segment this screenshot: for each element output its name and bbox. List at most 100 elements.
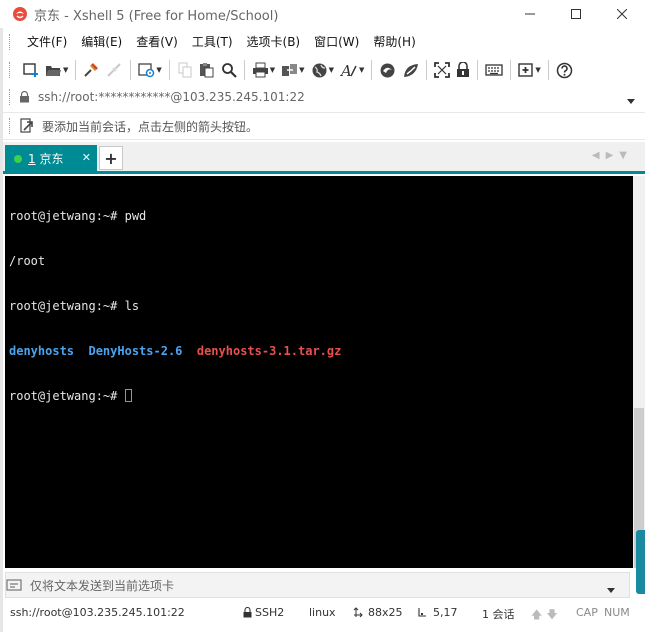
web-button[interactable]: ▼ [308, 58, 337, 82]
find-button[interactable] [218, 58, 240, 82]
add-tab-button[interactable]: + [99, 146, 123, 170]
menu-tools[interactable]: 工具(T) [185, 31, 240, 53]
folder-icon [46, 66, 61, 76]
properties-button[interactable]: ▼ [135, 58, 164, 82]
add-window-icon [518, 63, 534, 77]
status-num: NUM [604, 606, 630, 619]
cursor-position-icon [418, 608, 426, 617]
lock-button[interactable] [453, 58, 473, 82]
address-bar: ssh://root:************@103.235.245.101:… [3, 86, 645, 108]
output: /root [9, 254, 46, 268]
compose-input[interactable]: 仅将文本发送到当前选项卡 [30, 577, 174, 594]
chevron-down-icon[interactable]: ▼ [63, 66, 68, 74]
tab-next-button[interactable]: ▶ [606, 150, 620, 161]
file-transfer-icon [282, 64, 298, 76]
xagent-button[interactable] [399, 58, 422, 82]
new-session-button[interactable] [20, 58, 42, 82]
plus-icon: + [104, 148, 118, 168]
side-panel-tab[interactable] [636, 530, 645, 594]
chevron-down-icon[interactable]: ▼ [359, 66, 364, 74]
tab-session-jd[interactable]: 1 京东 ✕ [5, 145, 97, 172]
window-controls [507, 0, 645, 28]
paste-button[interactable] [196, 58, 218, 82]
xshell-app-icon [13, 7, 27, 21]
print-button[interactable]: ▼ [249, 58, 278, 82]
search-icon [221, 63, 237, 78]
lock-icon [457, 62, 470, 77]
toolbar-separator [426, 60, 428, 80]
chevron-down-icon[interactable]: ▼ [329, 66, 334, 74]
compose-bar[interactable]: 仅将文本发送到当前选项卡 [5, 572, 630, 598]
addressbar-grip[interactable] [9, 89, 12, 105]
tab-label: 1 京东 [28, 150, 63, 167]
size-value: 88x25 [368, 606, 403, 619]
archive-entry: denyhosts-3.1.tar.gz [196, 344, 342, 358]
terminal-scrollbar[interactable] [633, 176, 645, 568]
chevron-down-icon[interactable]: ▼ [535, 66, 540, 74]
status-nav-arrows: 🡅 🡇 [531, 606, 558, 625]
hint-text: 要添加当前会话，点击左侧的箭头按钮。 [42, 119, 259, 134]
tab-number: 1 [28, 152, 36, 166]
toolbar-grip[interactable] [9, 62, 12, 78]
transfer-button[interactable]: ▼ [278, 58, 307, 82]
menubar-grip[interactable] [9, 34, 12, 50]
tab-underline [3, 171, 645, 174]
fullscreen-button[interactable] [431, 58, 453, 82]
menu-help[interactable]: 帮助(H) [366, 31, 422, 53]
svg-text:A: A [340, 62, 352, 78]
chevron-down-icon[interactable]: ▼ [299, 66, 304, 74]
new-tab-toolbar-button[interactable]: ▼ [515, 58, 543, 82]
toolbar: ▼ ▼ ▼ ▼ ▼ A ▼ ▼ [3, 56, 645, 84]
disconnect-icon [107, 63, 122, 77]
arrow-down-icon[interactable]: 🡇 [546, 606, 557, 625]
menu-edit[interactable]: 编辑(E) [74, 31, 129, 53]
terminal-line: root@jetwang:~# pwd [9, 209, 629, 224]
menu-window[interactable]: 窗口(W) [307, 31, 366, 53]
maximize-button[interactable] [553, 0, 599, 28]
tab-list-button[interactable]: ▼ [619, 150, 633, 161]
dir-entry: DenyHosts-2.6 [88, 344, 183, 358]
terminal-area[interactable]: root@jetwang:~# pwd /root root@jetwang:~… [5, 176, 633, 568]
xftp-button[interactable] [376, 58, 399, 82]
prompt: root@jetwang:~# [9, 209, 118, 223]
toolbar-separator [168, 60, 170, 80]
copy-button[interactable] [174, 58, 196, 82]
status-caps: CAP [576, 606, 598, 619]
menu-file[interactable]: 文件(F) [20, 31, 74, 53]
address-value: ssh://root:************@103.235.245.101:… [38, 90, 305, 104]
font-button[interactable]: A ▼ [337, 58, 367, 82]
minimize-button[interactable] [507, 0, 553, 28]
terminal-line: root@jetwang:~# ls [9, 299, 629, 314]
add-session-arrow-icon[interactable] [20, 118, 36, 134]
menu-tabs[interactable]: 选项卡(B) [240, 31, 308, 53]
close-window-button[interactable] [599, 0, 645, 28]
session-hint-bar: 要添加当前会话，点击左侧的箭头按钮。 [3, 112, 645, 140]
menu-view[interactable]: 查看(V) [129, 31, 185, 53]
connect-button[interactable] [80, 58, 103, 82]
chevron-down-icon[interactable]: ▼ [156, 66, 161, 74]
tab-prev-button[interactable]: ◀ [592, 150, 606, 161]
help-button[interactable] [553, 58, 576, 82]
arrow-up-icon[interactable]: 🡅 [531, 606, 542, 625]
prompt: root@jetwang:~# [9, 299, 118, 313]
status-size: 88x25 [353, 606, 403, 619]
open-folder-button[interactable]: ▼ [42, 58, 71, 82]
xftp-icon [380, 63, 395, 77]
address-dropdown-button[interactable] [627, 93, 635, 107]
status-sessions: 1 会话 [482, 608, 515, 621]
connected-status-icon [14, 154, 22, 163]
chevron-down-icon [627, 99, 635, 104]
chevron-down-icon[interactable]: ▼ [270, 66, 275, 74]
toolbar-separator [477, 60, 479, 80]
tab-close-button[interactable]: ✕ [82, 151, 91, 164]
address-field[interactable]: ssh://root:************@103.235.245.101:… [19, 86, 639, 108]
terminal-line: root@jetwang:~# [9, 389, 629, 404]
toolbar-separator [547, 60, 549, 80]
keyboard-button[interactable] [482, 58, 506, 82]
keyboard-icon [485, 64, 503, 76]
hintbar-grip[interactable] [9, 118, 12, 134]
maximize-icon [571, 9, 581, 19]
compose-dropdown-button[interactable] [607, 582, 615, 596]
toolbar-separator [371, 60, 373, 80]
disconnect-button[interactable] [103, 58, 126, 82]
